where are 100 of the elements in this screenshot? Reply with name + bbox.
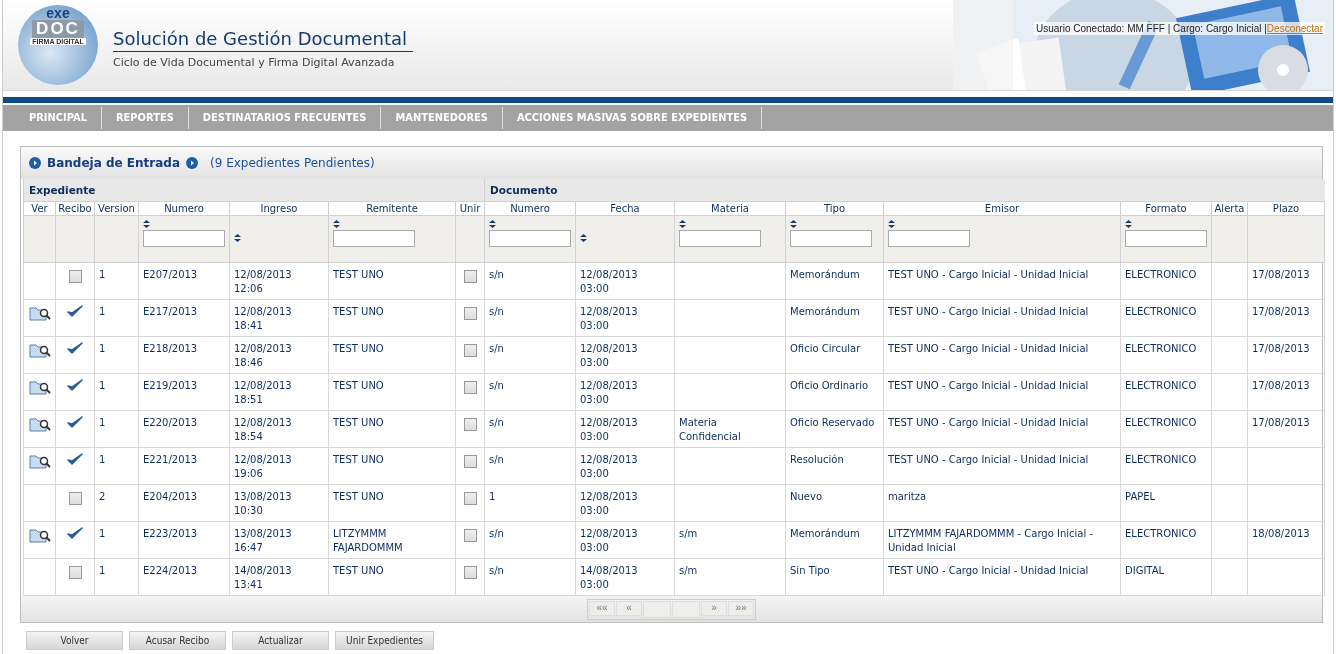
table-cell: ELECTRONICO	[1125, 379, 1197, 393]
folder-search-icon[interactable]	[28, 453, 51, 469]
column-header: Ver	[23, 201, 56, 216]
sort-icon[interactable]	[489, 220, 496, 228]
user-info: Usuario Conectado: MM FFF | Cargo: Cargo Inicial |Desconectar	[1034, 22, 1325, 35]
checkbox[interactable]	[463, 455, 477, 468]
table-cell: s/n	[489, 527, 504, 541]
table-cell: Memorándum	[790, 305, 860, 319]
sort-icon[interactable]	[790, 220, 797, 228]
filter-field[interactable]	[143, 230, 225, 247]
table-cell-text: 12/08/2013 03:00	[580, 268, 639, 296]
sort-icon[interactable]	[679, 220, 686, 228]
table-cell: TEST UNO - Cargo Inicial - Unidad Inicial	[888, 379, 1089, 393]
checkmark-icon	[67, 305, 83, 318]
table-cell: maritza	[888, 490, 927, 504]
folder-search-icon[interactable]	[28, 379, 51, 395]
folder-search-icon[interactable]	[28, 305, 51, 321]
table-cell: E223/2013	[143, 527, 198, 541]
table-cell: 17/08/2013	[1252, 305, 1310, 319]
sort-icon[interactable]	[580, 234, 587, 242]
action-button[interactable]: Volver	[26, 631, 123, 650]
filter-field[interactable]	[790, 230, 872, 247]
table-cell: E220/2013	[143, 416, 198, 430]
column-header: Recibo	[55, 201, 95, 216]
table-cell: 1	[99, 268, 106, 282]
nav-item[interactable]: DESTINATARIOS FRECUENTES	[188, 107, 382, 129]
checkbox[interactable]	[463, 492, 477, 505]
table-cell-text: 12/08/2013 03:00	[580, 527, 639, 555]
pending-count: (9 Expedientes Pendientes)	[210, 156, 375, 170]
action-button[interactable]: Actualizar	[232, 631, 329, 650]
table-cell: s/n	[489, 342, 504, 356]
column-header: Version	[94, 201, 139, 216]
checkbox[interactable]	[68, 566, 82, 579]
sort-icon[interactable]	[234, 234, 241, 242]
filter-field[interactable]	[1125, 230, 1207, 247]
column-header: Alerta	[1211, 201, 1248, 216]
filter-field[interactable]	[888, 230, 970, 247]
nav-item[interactable]: ACCIONES MASIVAS SOBRE EXPEDIENTES	[502, 107, 763, 129]
checkmark-icon	[67, 527, 83, 540]
table-cell: s/n	[489, 453, 504, 467]
table-cell: s/n	[489, 564, 504, 578]
table-cell-text: 12/08/2013 03:00	[580, 305, 639, 333]
table-cell: 1	[99, 305, 106, 319]
table-cell-text: 13/08/2013 10:30	[234, 490, 293, 518]
filter-field[interactable]	[333, 230, 415, 247]
column-header: Emisor	[883, 201, 1121, 216]
table-cell-text: 12/08/2013 03:00	[580, 379, 639, 407]
arrow-circle-icon[interactable]	[29, 157, 41, 169]
arrow-circle-icon[interactable]	[186, 157, 198, 169]
checkbox[interactable]	[463, 270, 477, 283]
table-cell-text: LITZYMMM FAJARDOMMM - Cargo Inicial - Unidad Inicial	[888, 527, 1095, 555]
folder-search-icon[interactable]	[28, 527, 51, 543]
table-cell: E224/2013	[143, 564, 198, 578]
nav-item[interactable]: REPORTES	[102, 107, 189, 129]
column-header: Unir	[455, 201, 485, 216]
filter-field[interactable]	[489, 230, 571, 247]
table-cell: Oficio Ordinario	[790, 379, 869, 393]
table-cell-text: 12/08/2013 03:00	[580, 453, 639, 481]
folder-search-icon[interactable]	[28, 342, 51, 358]
checkmark-icon	[67, 416, 83, 429]
nav-item[interactable]: PRINCIPAL	[15, 107, 102, 129]
table-cell: E218/2013	[143, 342, 198, 356]
table-cell-text: 12/08/2013 03:00	[580, 342, 639, 370]
column-header: Remitente	[328, 201, 456, 216]
table-cell: E207/2013	[143, 268, 198, 282]
logo-text: DOC	[32, 20, 84, 38]
action-button[interactable]: Acusar Recibo	[129, 631, 226, 650]
table-cell: TEST UNO - Cargo Inicial - Unidad Inicial	[888, 564, 1089, 578]
checkbox[interactable]	[463, 418, 477, 431]
checkbox[interactable]	[463, 344, 477, 357]
checkbox[interactable]	[68, 270, 82, 283]
app-title: Solución de Gestión Documental	[113, 27, 413, 52]
table-cell: E221/2013	[143, 453, 198, 467]
sort-icon[interactable]	[333, 220, 340, 228]
table-cell: Nuevo	[790, 490, 822, 504]
sort-icon[interactable]	[143, 220, 150, 228]
table-cell: s/n	[489, 416, 504, 430]
table-cell-text: 12/08/2013 18:51	[234, 379, 293, 407]
checkbox[interactable]	[463, 529, 477, 542]
table-cell: TEST UNO - Cargo Inicial - Unidad Inicial	[888, 342, 1089, 356]
table-cell: 1	[99, 453, 106, 467]
checkbox[interactable]	[463, 566, 477, 579]
action-button[interactable]: Unir Expedientes	[335, 631, 434, 650]
table-cell: Sin Tipo	[790, 564, 830, 578]
checkbox[interactable]	[463, 307, 477, 320]
folder-search-icon[interactable]	[28, 416, 51, 432]
table-cell: 1	[99, 527, 106, 541]
nav-item[interactable]: MANTENEDORES	[381, 107, 503, 129]
sort-icon[interactable]	[888, 220, 895, 228]
sort-icon[interactable]	[1125, 220, 1132, 228]
table-cell: DIGITAL	[1125, 564, 1165, 578]
filter-field[interactable]	[679, 230, 761, 247]
checkbox[interactable]	[463, 381, 477, 394]
checkbox[interactable]	[68, 492, 82, 505]
table-cell: Memorándum	[790, 268, 860, 282]
checkmark-icon	[67, 342, 83, 355]
table-cell: ELECTRONICO	[1125, 342, 1197, 356]
table-cell-text: 12/08/2013 18:46	[234, 342, 293, 370]
table-cell: 18/08/2013	[1252, 527, 1310, 541]
table-cell: 17/08/2013	[1252, 342, 1310, 356]
